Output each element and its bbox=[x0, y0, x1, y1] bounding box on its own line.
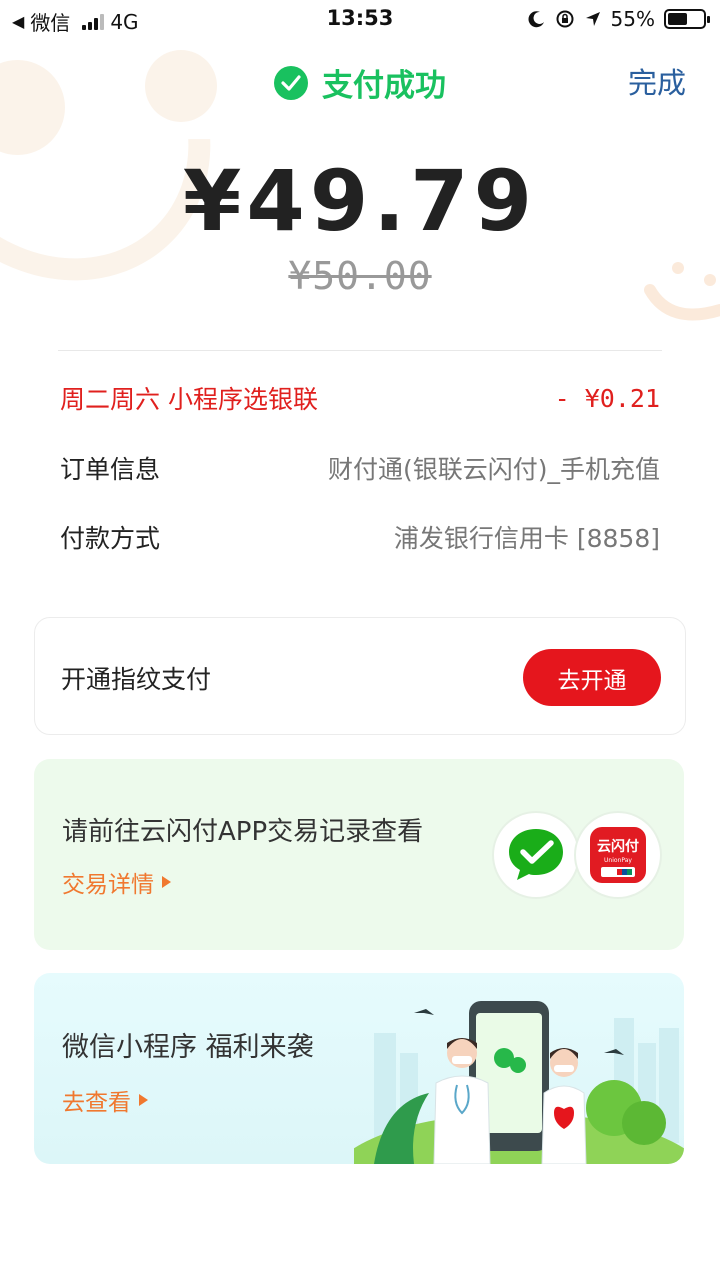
yunshanfu-logo-subtext: UnionPay bbox=[604, 857, 632, 864]
arrow-right-icon bbox=[139, 1094, 148, 1106]
transaction-details-link[interactable]: 交易详情 bbox=[62, 865, 171, 899]
battery-fill bbox=[668, 13, 687, 25]
location-icon bbox=[585, 12, 600, 26]
payment-method-value: 浦发银行信用卡 [8858] bbox=[393, 524, 660, 553]
wechat-pay-icon bbox=[494, 813, 578, 897]
fingerprint-label: 开通指纹支付 bbox=[61, 665, 212, 694]
enable-fingerprint-button[interactable]: 去开通 bbox=[523, 649, 661, 706]
done-button[interactable]: 完成 bbox=[628, 60, 686, 102]
payment-method-row: 付款方式 浦发银行信用卡 [8858] bbox=[60, 519, 660, 555]
original-amount: ¥50.00 bbox=[288, 254, 432, 298]
rotation-lock-icon bbox=[556, 10, 574, 28]
order-info-label: 订单信息 bbox=[60, 455, 161, 484]
fingerprint-card: 开通指纹支付 去开通 bbox=[34, 617, 686, 735]
discount-value: - ¥0.21 bbox=[554, 383, 660, 413]
status-right: 55% bbox=[528, 7, 710, 31]
moon-icon bbox=[528, 11, 544, 28]
yunshanfu-title: 请前往云闪付APP交易记录查看 bbox=[62, 817, 424, 847]
miniprogram-title: 微信小程序 福利来袭 bbox=[62, 1032, 314, 1063]
yunshanfu-logo-text: 云闪付 bbox=[597, 838, 639, 855]
order-info-row: 订单信息 财付通(银联云闪付)_手机充值 bbox=[60, 450, 660, 486]
yunshanfu-card[interactable]: 请前往云闪付APP交易记录查看 交易详情 云闪付 UnionPay bbox=[34, 759, 684, 950]
check-circle-icon bbox=[274, 65, 308, 100]
transaction-details-label: 交易详情 bbox=[62, 872, 154, 898]
divider bbox=[58, 350, 662, 351]
order-info-value: 财付通(银联云闪付)_手机充值 bbox=[327, 455, 660, 484]
paid-amount: ¥49.79 bbox=[182, 152, 538, 250]
yunshanfu-app-icon: 云闪付 UnionPay bbox=[576, 813, 660, 897]
view-more-label: 去查看 bbox=[62, 1090, 131, 1116]
doctor-illustration bbox=[354, 1001, 684, 1164]
page-title: 支付成功 bbox=[322, 68, 446, 104]
battery-percent: 55% bbox=[610, 7, 655, 31]
arrow-right-icon bbox=[162, 876, 171, 888]
discount-row: 周二周六 小程序选银联 - ¥0.21 bbox=[60, 380, 660, 416]
discount-label: 周二周六 小程序选银联 bbox=[60, 385, 318, 414]
miniprogram-banner[interactable]: 微信小程序 福利来袭 去查看 bbox=[34, 973, 684, 1164]
battery-icon bbox=[664, 9, 710, 29]
view-more-link[interactable]: 去查看 bbox=[62, 1083, 148, 1117]
payment-status: 支付成功 bbox=[0, 60, 720, 105]
payment-method-label: 付款方式 bbox=[60, 524, 161, 553]
status-bar: ◀ 微信 4G 13:53 55% bbox=[0, 0, 720, 38]
